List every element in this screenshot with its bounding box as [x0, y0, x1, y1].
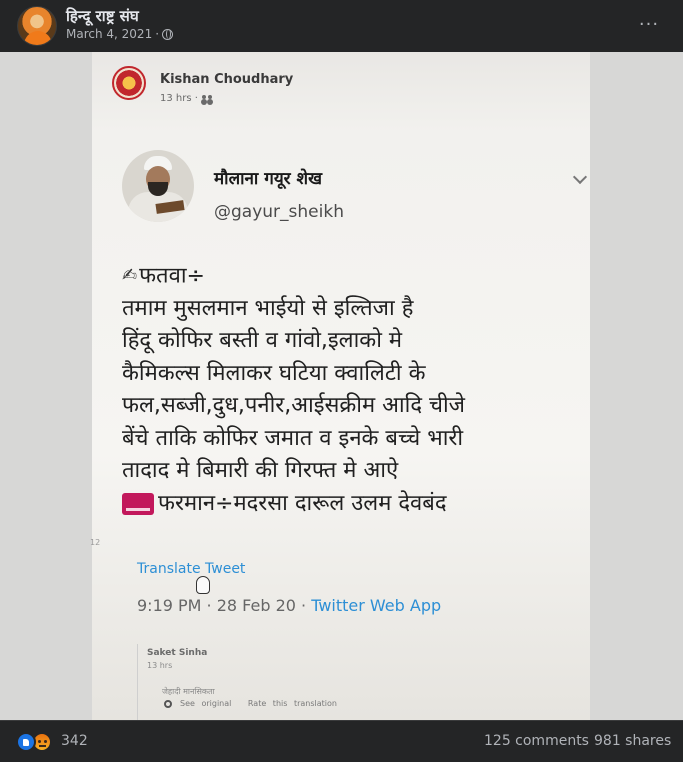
tweet-body: ✍फतवा÷ तमाम मुसलमान भाईयो से इल्तिजा है … — [122, 260, 590, 520]
reaction-count[interactable]: 342 — [61, 733, 88, 749]
meta-separator: · — [155, 27, 160, 41]
tweet-source: Twitter Web App — [311, 596, 442, 615]
photo-screenshot: Kishan Choudhary 13 hrs · मौलाना गयूर शे… — [92, 52, 590, 724]
post-header: हिन्दू राष्ट्र संघ March 4, 2021 · ··· — [0, 0, 683, 52]
post-meta: March 4, 2021 · — [66, 27, 174, 41]
tweet-line-text: फतवा÷ — [139, 263, 205, 289]
chevron-down-icon — [572, 169, 588, 185]
tweet-line: फल,सब्जी,दुध,पनीर,आईसक्रीम आदि चीजे — [122, 393, 466, 418]
tweet-line: फरमान÷मदरसा दारूल उलम देवबंद — [122, 488, 590, 521]
reply-time: 13 hrs — [147, 661, 173, 670]
book-icon — [122, 492, 154, 515]
avatar-robe — [24, 31, 52, 45]
side-mark: 12 — [90, 538, 101, 547]
tweet-timestamp: 9:19 PM · 28 Feb 20 · Twitter Web App — [137, 596, 441, 615]
tweet-line: ✍फतवा÷ — [122, 260, 590, 293]
tweet-author-handle: @gayur_sheikh — [214, 202, 344, 222]
tweet-line: तादाद मे बिमारी की गिरफ्त मे आऐ — [122, 458, 399, 483]
tweet-author-name: मौलाना गयूर शेख — [214, 169, 323, 189]
friends-icon — [201, 95, 213, 102]
fb-card-time-text: 13 hrs · — [160, 93, 198, 104]
tweet-avatar — [122, 150, 194, 222]
fb-card-time: 13 hrs · — [160, 93, 213, 104]
post-date[interactable]: March 4, 2021 — [66, 27, 152, 41]
reply-links: See original Rate this translation — [180, 699, 347, 708]
pencil-icon: ✍ — [122, 265, 138, 286]
post-photo[interactable]: Kishan Choudhary 13 hrs · मौलाना गयूर शे… — [0, 52, 683, 724]
more-options-button[interactable]: ··· — [634, 10, 664, 40]
tweet-time-text: 9:19 PM · 28 Feb 20 · — [137, 596, 312, 615]
see-original-link: See original — [180, 699, 232, 708]
globe-icon[interactable] — [162, 28, 174, 40]
comment-count[interactable]: 125 comments — [484, 733, 589, 749]
translate-tweet-link: Translate Tweet — [137, 561, 246, 577]
gear-icon — [164, 700, 172, 708]
hand-cursor-icon — [196, 576, 210, 594]
reply-text: जेहादी मानसिकता — [162, 687, 215, 696]
fb-card-avatar — [112, 66, 146, 100]
page-name[interactable]: हिन्दू राष्ट्र संघ — [66, 6, 139, 26]
tweet-line: कैमिकल्स मिलाकर घटिया क्वालिटी के — [122, 360, 426, 386]
rate-translation-link: Rate this translation — [247, 699, 337, 708]
tweet-line: हिंदू कोफिर बस्ती व गांवो,इलाको मे — [122, 328, 403, 353]
reply-author-name: Saket Sinha — [147, 648, 208, 658]
share-count[interactable]: 981 shares — [594, 733, 671, 749]
tweet-line: तमाम मुसलमान भाईयो से इल्तिजा है — [122, 295, 414, 321]
like-icon[interactable] — [16, 732, 36, 752]
fb-card-name: Kishan Choudhary — [160, 72, 294, 87]
tweet-line-text: फरमान÷मदरसा दारूल उलम देवबंद — [158, 490, 447, 516]
page-avatar[interactable] — [17, 6, 57, 46]
tweet-line: बेंचे ताकि कोफिर जमात व इनके बच्चे भारी — [122, 425, 464, 451]
post-footer: 342 125 comments 981 shares — [0, 720, 683, 762]
